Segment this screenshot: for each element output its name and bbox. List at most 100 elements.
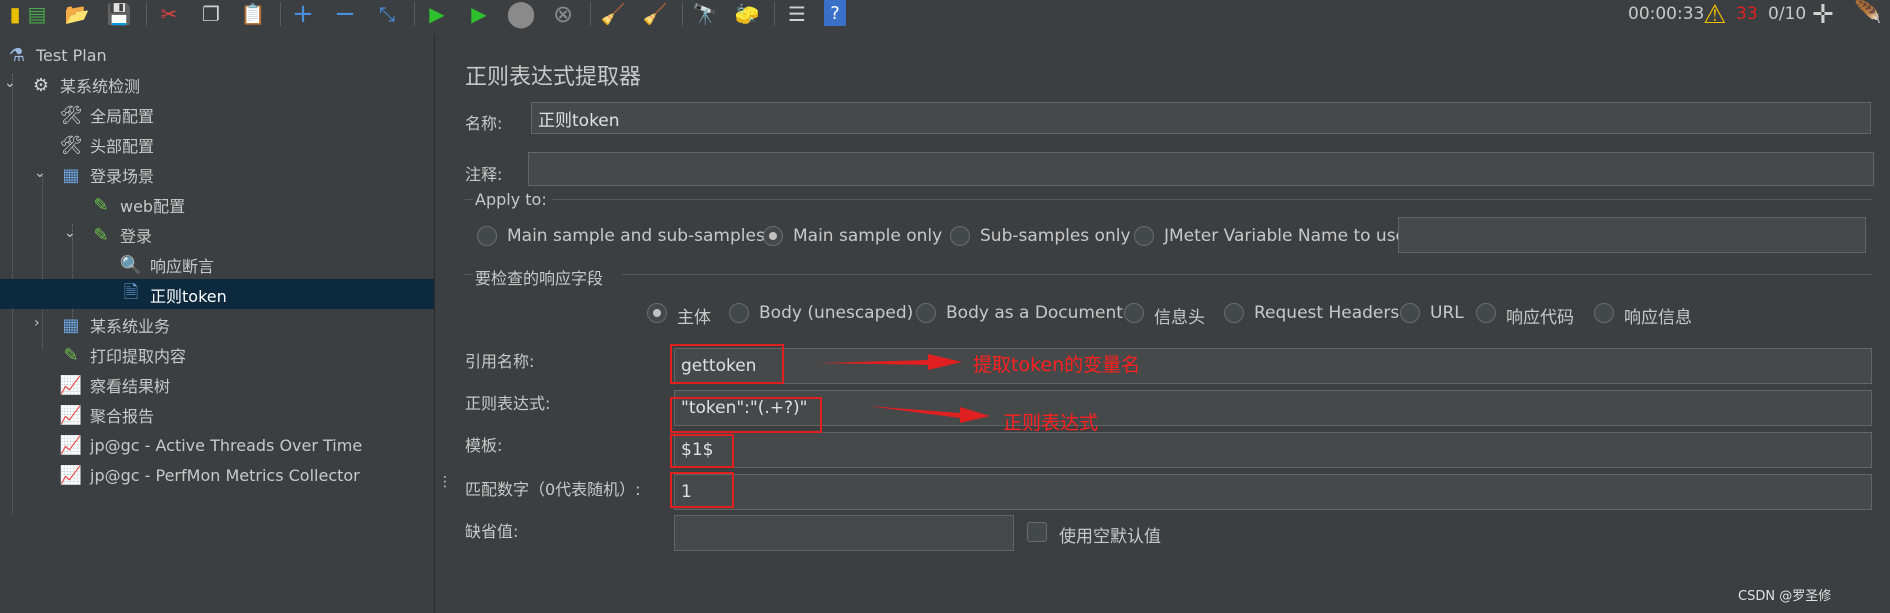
help-icon[interactable]: ? (824, 0, 846, 26)
regex-label: 正则表达式: (465, 394, 551, 413)
jmeter-var-input[interactable] (1398, 217, 1866, 253)
radio-request-headers-label: Request Headers (1254, 303, 1400, 323)
tree-item-print[interactable]: ✎ 打印提取内容 (58, 341, 186, 369)
save-icon[interactable]: 💾 (104, 0, 134, 28)
arrow-regex (868, 406, 990, 423)
split-pane-divider[interactable]: ⋮ (434, 34, 452, 613)
apply-to-legend: Apply to: (475, 190, 547, 209)
tree-item-label: 登录 (120, 227, 153, 246)
start-no-pauses-icon[interactable]: ▶ (464, 0, 494, 28)
radio-sub-only[interactable] (950, 226, 970, 246)
tree-item-response-assertion[interactable]: 🔍 响应断言 (118, 251, 214, 279)
chevron-right-icon[interactable]: › (34, 315, 40, 331)
thread-count: 0/10 (1768, 4, 1807, 24)
radio-headers[interactable] (1124, 303, 1144, 323)
stop-icon[interactable]: ⬤ (506, 0, 536, 29)
field-to-check-legend: 要检查的响应字段 (475, 269, 604, 288)
tree-item-active-threads[interactable]: 📈 jp@gc - Active Threads Over Time (58, 431, 362, 459)
default-label: 缺省值: (465, 522, 519, 541)
radio-response-code[interactable] (1476, 303, 1496, 323)
controller-icon: ▦ (62, 314, 80, 336)
radio-sub-only-label: Sub-samples only (980, 226, 1131, 246)
tree-item-aggregate-report[interactable]: 📈 聚合报告 (58, 401, 154, 429)
tree-item-login-scenario[interactable]: ▦ 登录场景 (58, 161, 154, 189)
chevron-down-icon[interactable]: ⌄ (4, 75, 16, 91)
pipette-icon: ✎ (93, 224, 109, 246)
graph-icon: 📈 (59, 464, 83, 486)
tree-item-global-config[interactable]: 🛠 全局配置 (58, 101, 154, 129)
tree-item-login[interactable]: ✎ 登录 (88, 221, 152, 249)
comment-input[interactable] (528, 152, 1874, 186)
tree-item-label: 登录场景 (90, 167, 155, 186)
collapse-icon[interactable]: − (330, 0, 360, 29)
radio-body-document[interactable] (916, 303, 936, 323)
clear-all-icon[interactable]: 🧹 (640, 0, 670, 28)
toggle-icon[interactable]: ⤡ (372, 0, 402, 28)
radio-url[interactable] (1400, 303, 1420, 323)
radio-main-only-label: Main sample only (793, 226, 943, 246)
tree-item-thread-group[interactable]: ⚙ 某系统检测 (28, 71, 140, 99)
radio-jmeter-var[interactable] (1134, 226, 1154, 246)
warning-icon[interactable]: ⚠ (1703, 0, 1726, 30)
paste-icon[interactable]: 📋 (238, 0, 268, 28)
tree-item-label: 正则token (150, 287, 227, 306)
radio-request-headers[interactable] (1224, 303, 1244, 323)
use-empty-default-label: 使用空默认值 (1059, 527, 1161, 547)
logo-icon: 🪶 (1854, 0, 1882, 25)
cut-icon[interactable]: ✂ (154, 0, 184, 28)
radio-body-document-label: Body as a Document (946, 303, 1123, 323)
name-label: 名称: (465, 114, 503, 133)
radio-body-label: 主体 (677, 308, 711, 328)
radio-main-and-sub[interactable] (477, 226, 497, 246)
graph-icon: 📈 (59, 434, 83, 456)
elapsed-timer: 00:00:33 (1628, 4, 1705, 24)
template-input[interactable]: $1$ (674, 432, 1872, 468)
open-recent-icon[interactable]: ▤ (22, 0, 52, 28)
tree-item-label: web配置 (120, 197, 186, 216)
name-input[interactable]: 正则token (531, 102, 1871, 134)
pipette-icon: ✎ (63, 344, 79, 366)
tree-item-label: 某系统业务 (90, 317, 171, 336)
radio-body-unescaped-label: Body (unescaped) (759, 303, 914, 323)
open-icon[interactable]: 📂 (62, 0, 92, 28)
document-icon: 🗎 (123, 282, 139, 303)
radio-response-code-label: 响应代码 (1506, 308, 1574, 328)
default-input[interactable] (674, 515, 1014, 551)
annotation-ref-note: 提取token的变量名 (973, 354, 1141, 376)
tree-item-regex-token[interactable]: 🗎 正则token (118, 281, 227, 309)
search-icon[interactable]: 🔭 (690, 0, 720, 28)
tree-item-business[interactable]: ▦ 某系统业务 (58, 311, 170, 339)
annotation-box-template (670, 434, 734, 468)
match-no-input[interactable]: 1 (674, 474, 1872, 510)
chevron-down-icon[interactable]: ⌄ (34, 165, 46, 181)
chevron-down-icon[interactable]: ⌄ (64, 225, 76, 241)
expand-icon[interactable]: + (288, 0, 318, 29)
reset-search-icon[interactable]: 🧽 (732, 0, 762, 28)
radio-body[interactable] (647, 303, 667, 323)
arrow-ref-name (818, 354, 962, 370)
radio-body-unescaped[interactable] (729, 303, 749, 323)
start-icon[interactable]: ▶ (422, 0, 452, 28)
tree-item-header-config[interactable]: 🛠 头部配置 (58, 131, 154, 159)
tree-item-perfmon[interactable]: 📈 jp@gc - PerfMon Metrics Collector (58, 461, 360, 489)
radio-response-message[interactable] (1594, 303, 1614, 323)
tree-item-view-results[interactable]: 📈 察看结果树 (58, 371, 170, 399)
tree-item-label: Test Plan (36, 45, 107, 65)
remote-icon[interactable]: ✛ (1812, 0, 1834, 30)
radio-main-and-sub-label: Main sample and sub-samples (507, 226, 765, 246)
radio-main-only[interactable] (763, 226, 783, 246)
shutdown-icon[interactable]: ⊗ (548, 0, 578, 28)
tree-item-test-plan[interactable]: ⚗ Test Plan (4, 41, 107, 69)
use-empty-default-checkbox[interactable] (1027, 522, 1047, 542)
tree-item-label: 响应断言 (150, 257, 215, 276)
copy-icon[interactable]: ❐ (196, 0, 226, 28)
magnifier-icon: 🔍 (119, 254, 143, 276)
annotation-box-regex (670, 397, 822, 433)
watermark: CSDN @罗圣修 (1738, 589, 1832, 604)
function-helper-icon[interactable]: ☰ (782, 0, 812, 28)
error-count: 33 (1736, 4, 1758, 24)
tree-item-web-config[interactable]: ✎ web配置 (88, 191, 185, 219)
graph-icon: 📈 (59, 374, 83, 396)
annotation-box-ref-name (670, 344, 784, 384)
clear-icon[interactable]: 🧹 (598, 0, 628, 28)
